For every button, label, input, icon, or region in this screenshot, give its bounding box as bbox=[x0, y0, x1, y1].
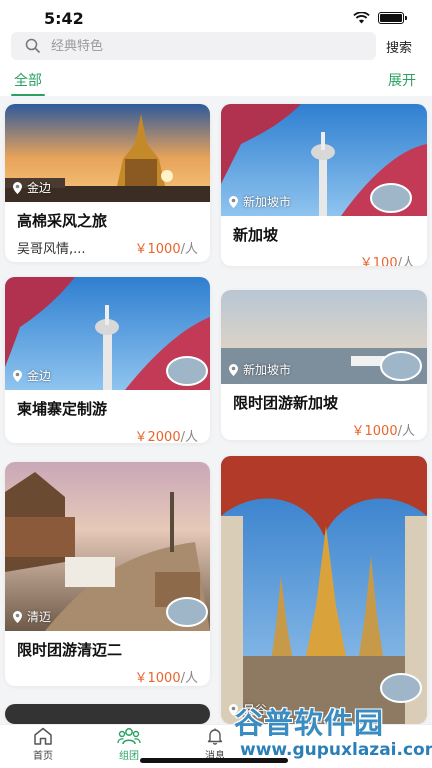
tour-card[interactable]: 金边 柬埔寨定制游 ￥2000/人 bbox=[5, 277, 210, 443]
tour-image: 新加坡市 bbox=[221, 104, 427, 216]
price-value: ￥2000 bbox=[134, 430, 181, 443]
location-tag: 清迈 bbox=[12, 608, 51, 625]
search-button[interactable]: 搜索 bbox=[386, 37, 412, 56]
wifi-icon bbox=[353, 12, 370, 24]
search-row: 搜索 bbox=[0, 30, 432, 62]
search-input[interactable] bbox=[51, 38, 351, 54]
tour-card[interactable]: 金边 高棉采风之旅 吴哥风情,... ￥1000/人 bbox=[5, 104, 210, 262]
bell-icon bbox=[207, 728, 223, 745]
watermark-logo: 谷普软件园 bbox=[234, 706, 385, 740]
tour-card[interactable]: 清迈 限时团游清迈二 ￥1000/人 bbox=[5, 462, 210, 686]
location-pin-icon bbox=[229, 195, 238, 208]
location-tag: 新加坡市 bbox=[228, 361, 291, 378]
filter-tab-all[interactable]: 全部 bbox=[11, 70, 45, 96]
tour-price: ￥2000/人 bbox=[135, 426, 198, 443]
status-time: 5:42 bbox=[44, 9, 84, 28]
home-icon bbox=[34, 727, 52, 745]
search-icon bbox=[25, 38, 41, 54]
location-pin-icon bbox=[13, 369, 22, 382]
price-unit: /人 bbox=[180, 242, 198, 257]
price-unit: /人 bbox=[180, 430, 198, 443]
expand-button[interactable]: 展开 bbox=[388, 70, 416, 90]
location-label: 清迈 bbox=[27, 610, 52, 624]
price-value: ￥1000 bbox=[134, 671, 181, 686]
price-value: ￥1000 bbox=[351, 424, 398, 439]
location-pin-icon bbox=[13, 181, 22, 194]
price-unit: /人 bbox=[180, 671, 198, 686]
tour-title: 限时团游新加坡 bbox=[233, 394, 339, 412]
tour-title: 高棉采风之旅 bbox=[17, 212, 108, 230]
location-pin-icon bbox=[13, 610, 22, 623]
tour-image: 新加坡市 bbox=[221, 290, 427, 384]
tour-price: ￥100/人 bbox=[360, 252, 415, 266]
watermark-url: www.gupuxlazai.com bbox=[240, 740, 432, 760]
tour-card[interactable]: 新加坡市 限时团游新加坡 ￥1000/人 bbox=[221, 290, 427, 440]
location-label: 金边 bbox=[27, 369, 52, 383]
tab-group[interactable]: 组团 bbox=[102, 727, 156, 762]
card-bottom: ￥1000/人 bbox=[17, 664, 198, 686]
filter-row: 全部 展开 bbox=[0, 62, 432, 96]
status-bar: 5:42 bbox=[0, 0, 432, 32]
location-tag: 金边 bbox=[12, 179, 51, 196]
card-bottom: ￥2000/人 bbox=[17, 423, 198, 443]
card-bottom: ￥1000/人 bbox=[233, 417, 415, 440]
group-icon bbox=[117, 728, 141, 745]
tour-title: 柬埔寨定制游 bbox=[17, 400, 108, 418]
card-bottom: 吴哥风情,... ￥1000/人 bbox=[17, 235, 198, 261]
location-label: 新加坡市 bbox=[243, 363, 292, 377]
tour-card[interactable]: 曼谷 bbox=[221, 456, 427, 724]
tour-image: 清迈 bbox=[5, 462, 210, 631]
search-box[interactable] bbox=[11, 32, 376, 60]
tour-card[interactable]: 新加坡市 新加坡 ￥100/人 bbox=[221, 104, 427, 266]
location-label: 新加坡市 bbox=[243, 195, 292, 209]
tour-image: 金边 bbox=[5, 277, 210, 390]
tour-title: 限时团游清迈二 bbox=[17, 641, 123, 659]
tour-subtitle: 吴哥风情,... bbox=[17, 242, 86, 257]
tour-price: ￥1000/人 bbox=[135, 667, 198, 686]
tour-title: 新加坡 bbox=[233, 226, 279, 244]
home-indicator bbox=[140, 758, 288, 763]
tour-price: ￥1000/人 bbox=[352, 420, 415, 439]
tour-price: ￥1000/人 bbox=[135, 238, 198, 257]
card-bottom: ￥100/人 bbox=[233, 249, 415, 266]
tour-card[interactable] bbox=[5, 704, 210, 724]
price-value: ￥100 bbox=[359, 256, 398, 266]
status-icons bbox=[353, 12, 407, 24]
location-tag: 金边 bbox=[12, 367, 51, 384]
tab-home[interactable]: 首页 bbox=[16, 727, 70, 762]
price-unit: /人 bbox=[397, 256, 415, 266]
location-tag: 新加坡市 bbox=[228, 193, 291, 210]
price-unit: /人 bbox=[397, 424, 415, 439]
battery-icon bbox=[378, 12, 407, 24]
location-pin-icon bbox=[229, 363, 238, 376]
tab-label: 首页 bbox=[33, 751, 53, 762]
tab-label: 组团 bbox=[119, 751, 139, 762]
location-label: 金边 bbox=[27, 181, 52, 195]
price-value: ￥1000 bbox=[134, 242, 181, 257]
tour-image: 曼谷 bbox=[221, 456, 427, 724]
tour-image: 金边 bbox=[5, 104, 210, 202]
